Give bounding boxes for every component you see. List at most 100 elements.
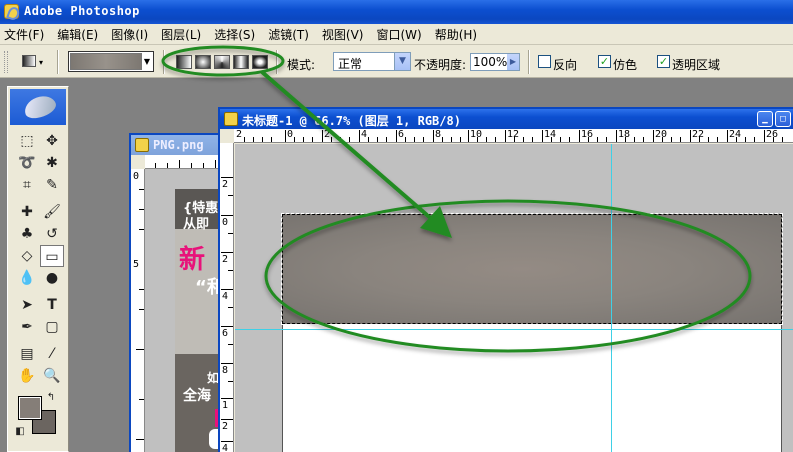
vertical-guide[interactable] (611, 144, 612, 452)
document-title-bar[interactable]: 未标题-1 @ 66.7% (图层 1, RGB/8) ▁ □ (220, 109, 793, 129)
app-title-bar: Adobe Photoshop (0, 0, 793, 24)
document-icon (224, 112, 238, 126)
ruler-label: 6 (222, 328, 229, 339)
shape-icon[interactable]: ▢ (40, 316, 64, 338)
menu-window[interactable]: 窗口(W) (376, 26, 421, 43)
angle-gradient-button[interactable] (214, 55, 230, 69)
move-icon[interactable]: ✥ (40, 130, 64, 152)
separator (57, 50, 59, 74)
healing-brush-icon[interactable]: ✚ (15, 201, 39, 223)
menu-select[interactable]: 选择(S) (214, 26, 255, 43)
pen-icon[interactable]: ✒ (15, 316, 39, 338)
ruler-label: 4 (361, 129, 368, 140)
magic-wand-icon[interactable]: ✱ (40, 152, 64, 174)
blur-icon[interactable]: 💧 (15, 267, 39, 289)
gradient-icon[interactable]: ▭ (40, 245, 64, 267)
lasso-icon[interactable]: ➰ (15, 152, 39, 174)
separator (528, 50, 530, 74)
ruler-label: 4 (222, 291, 229, 302)
reverse-checkbox[interactable] (538, 55, 551, 68)
chevron-down-icon[interactable]: ▼ (142, 53, 152, 70)
maximize-button[interactable]: □ (775, 111, 791, 127)
menu-layer[interactable]: 图层(L) (161, 26, 201, 43)
crop-icon[interactable]: ⌗ (15, 174, 39, 196)
document-canvas[interactable] (235, 144, 793, 452)
foreground-color-swatch[interactable] (18, 396, 42, 420)
ruler-label: 6 (398, 129, 405, 140)
gradient-picker[interactable]: ▼ (68, 51, 154, 72)
poster-text: 新 (179, 245, 206, 275)
brush-icon[interactable]: 🖌 (40, 201, 64, 223)
menu-file[interactable]: 文件(F) (4, 26, 44, 43)
marquee-icon[interactable]: ⬚ (15, 130, 39, 152)
eyedropper-icon[interactable]: ⁄ (40, 343, 64, 365)
reverse-label: 反向 (553, 58, 578, 72)
ruler-label: 2 (236, 129, 243, 140)
options-bar-grip[interactable] (4, 51, 8, 73)
menu-bar: 文件(F) 编辑(E) 图像(I) 图层(L) 选择(S) 滤镜(T) 视图(V… (0, 24, 793, 45)
toolbox-header[interactable] (10, 89, 66, 125)
document-icon (135, 138, 149, 152)
ruler-label: 4 (222, 443, 229, 452)
menu-view[interactable]: 视图(V) (322, 26, 364, 43)
tool-preset-picker[interactable]: ▾ (22, 52, 50, 70)
history-brush-icon[interactable]: ↺ (40, 223, 64, 245)
menu-help[interactable]: 帮助(H) (435, 26, 477, 43)
transparency-checkbox[interactable]: ✓ (657, 55, 670, 68)
opacity-input[interactable]: 100% ▶ (470, 53, 520, 71)
ruler-label: 2 (222, 254, 229, 265)
clone-stamp-icon[interactable]: ♣ (15, 223, 39, 245)
diamond-gradient-button[interactable] (252, 55, 268, 69)
horizontal-ruler: 2 0 2 4 6 8 10 12 14 16 18 20 22 24 26 (234, 129, 793, 143)
photoshop-icon (4, 4, 19, 19)
untitled-document-window: 未标题-1 @ 66.7% (图层 1, RGB/8) ▁ □ 2 0 2 4 … (218, 107, 793, 452)
chevron-right-icon[interactable]: ▶ (507, 54, 519, 70)
poster-text: 全海 (183, 388, 211, 404)
menu-edit[interactable]: 编辑(E) (57, 26, 98, 43)
poster-text: 从即 (183, 217, 210, 232)
dodge-icon[interactable]: ● (40, 267, 64, 289)
separator (163, 50, 165, 74)
app-title: Adobe Photoshop (24, 4, 140, 18)
ruler-label: 8 (222, 365, 229, 376)
dither-checkbox[interactable]: ✓ (598, 55, 611, 68)
gradient-selection[interactable] (281, 213, 783, 325)
ruler-label: 1 (222, 400, 229, 411)
ruler-label: 0 (287, 129, 294, 140)
mode-value: 正常 (338, 57, 363, 71)
menu-filter[interactable]: 滤镜(T) (268, 26, 309, 43)
swap-colors-icon[interactable]: ↰ (44, 392, 58, 404)
path-selection-icon[interactable]: ➤ (15, 294, 39, 316)
gradient-tool-icon (22, 55, 36, 67)
mode-select[interactable]: 正常 ▼ (333, 52, 411, 71)
menu-image[interactable]: 图像(I) (111, 26, 148, 43)
reflected-gradient-button[interactable] (233, 55, 249, 69)
vertical-ruler: 0 5 (131, 169, 145, 452)
ruler-label: 2 (222, 179, 229, 190)
minimize-button[interactable]: ▁ (757, 111, 773, 127)
notes-icon[interactable]: ▤ (15, 343, 39, 365)
vertical-ruler: 2 0 2 4 6 8 1 2 4 (220, 143, 234, 452)
ruler-label: 8 (435, 129, 442, 140)
feather-logo-icon (21, 92, 59, 122)
horizontal-guide[interactable] (235, 329, 793, 330)
ruler-label: 2 (324, 129, 331, 140)
default-colors-icon[interactable]: ◧ (14, 426, 26, 438)
transparency-label: 透明区域 (672, 58, 721, 72)
ruler-label: 2 (222, 421, 229, 432)
eraser-icon[interactable]: ◇ (15, 245, 39, 267)
linear-gradient-button[interactable] (176, 55, 192, 69)
opacity-value: 100% (473, 55, 508, 69)
radial-gradient-button[interactable] (195, 55, 211, 69)
type-icon[interactable]: T (40, 294, 64, 316)
hand-icon[interactable]: ✋ (15, 365, 39, 387)
ruler-label: 0 (133, 171, 140, 182)
document-title: PNG.png (153, 138, 204, 152)
gradient-preview (70, 53, 142, 70)
mode-label: 模式: (287, 58, 316, 72)
zoom-icon[interactable]: 🔍 (40, 365, 64, 387)
chevron-down-icon[interactable]: ▼ (394, 53, 410, 70)
slice-icon[interactable]: ✎ (40, 174, 64, 196)
separator (276, 50, 278, 74)
ruler-label: 0 (222, 217, 229, 228)
